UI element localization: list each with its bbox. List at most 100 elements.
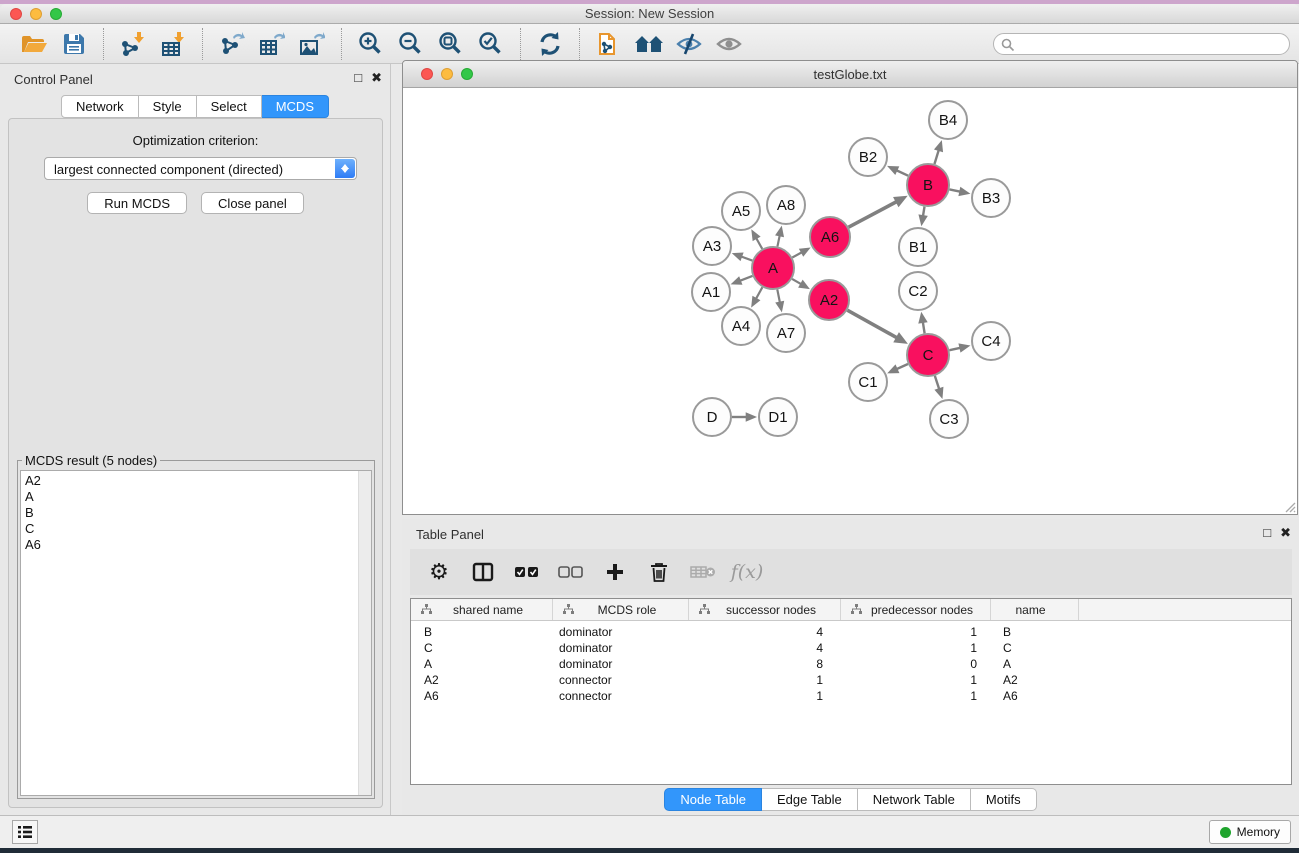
cell[interactable]: A6: [991, 688, 1079, 704]
run-mcds-button[interactable]: Run MCDS: [87, 192, 187, 214]
tab-network-table[interactable]: Network Table: [858, 788, 971, 811]
zoom-in-button[interactable]: [351, 26, 391, 62]
column-header-mcds-role[interactable]: MCDS role: [553, 599, 689, 620]
zoom-out-button[interactable]: [391, 26, 431, 62]
tab-mcds[interactable]: MCDS: [262, 95, 329, 118]
table-row-a2[interactable]: A2connector11A2: [411, 672, 1291, 688]
export-table-button[interactable]: [252, 26, 292, 62]
column-header-shared-name[interactable]: shared name: [411, 599, 553, 620]
edge-A-A2[interactable]: [792, 279, 801, 284]
cell[interactable]: A2: [411, 672, 553, 688]
cell[interactable]: 0: [841, 656, 991, 672]
cell[interactable]: dominator: [553, 656, 689, 672]
cell[interactable]: B: [411, 624, 553, 640]
close-table-panel-button[interactable]: ✖: [1280, 525, 1291, 541]
function-builder-button[interactable]: f(x): [732, 555, 762, 589]
delete-row-button[interactable]: [644, 555, 674, 589]
edge-C-C3[interactable]: [935, 376, 939, 389]
edge-A-A3[interactable]: [741, 257, 752, 261]
close-panel-button[interactable]: ✖: [371, 70, 382, 86]
network-window-titlebar[interactable]: testGlobe.txt: [403, 61, 1297, 88]
cell[interactable]: 1: [841, 688, 991, 704]
import-network-button[interactable]: [113, 26, 153, 62]
zoom-fit-button[interactable]: [431, 26, 471, 62]
result-item-a2[interactable]: A2: [21, 473, 371, 489]
edge-B-B1[interactable]: [923, 207, 925, 216]
edge-C-C4[interactable]: [949, 348, 960, 350]
cell[interactable]: A: [411, 656, 553, 672]
cell[interactable]: 1: [689, 688, 841, 704]
close-panel-button-2[interactable]: Close panel: [201, 192, 304, 214]
network-canvas[interactable]: B4B2BB3A5A8A6A3B1AA1C2A2A4A7C4CC1DD1C3: [403, 88, 1297, 514]
tab-select[interactable]: Select: [197, 95, 262, 118]
cell[interactable]: connector: [553, 672, 689, 688]
column-header-successor-nodes[interactable]: successor nodes: [689, 599, 841, 620]
cell[interactable]: connector: [553, 688, 689, 704]
table-options-button[interactable]: ⚙: [424, 555, 454, 589]
export-image-button[interactable]: [292, 26, 332, 62]
column-header-name[interactable]: name: [991, 599, 1079, 620]
result-item-a[interactable]: A: [21, 489, 371, 505]
search-input[interactable]: [1018, 35, 1283, 53]
tab-node-table[interactable]: Node Table: [664, 788, 762, 811]
cell[interactable]: 8: [689, 656, 841, 672]
destroy-table-button[interactable]: [688, 555, 718, 589]
cell[interactable]: 1: [841, 624, 991, 640]
table-row-b[interactable]: Bdominator41B: [411, 624, 1291, 640]
edge-A-A5[interactable]: [756, 238, 762, 249]
scrollbar-track[interactable]: [358, 471, 371, 795]
edge-B-B3[interactable]: [950, 189, 961, 191]
edge-A-A1[interactable]: [740, 276, 753, 281]
resize-grip[interactable]: [1282, 499, 1296, 513]
open-session-button[interactable]: [14, 26, 54, 62]
cell[interactable]: A: [991, 656, 1079, 672]
tab-motifs[interactable]: Motifs: [971, 788, 1037, 811]
tab-network[interactable]: Network: [61, 95, 139, 118]
refresh-view-button[interactable]: [530, 26, 570, 62]
table-row-a[interactable]: Adominator80A: [411, 656, 1291, 672]
edge-A2-C[interactable]: [847, 310, 897, 338]
tab-edge-table[interactable]: Edge Table: [762, 788, 858, 811]
cell[interactable]: A6: [411, 688, 553, 704]
zoom-selected-button[interactable]: [471, 26, 511, 62]
mcds-result-list[interactable]: A2ABCA6: [20, 470, 372, 796]
edge-C-C2[interactable]: [923, 322, 925, 333]
tab-style[interactable]: Style: [139, 95, 197, 118]
cell[interactable]: A2: [991, 672, 1079, 688]
cell[interactable]: C: [411, 640, 553, 656]
float-table-panel-button[interactable]: □: [1263, 525, 1271, 541]
cell[interactable]: dominator: [553, 640, 689, 656]
add-row-button[interactable]: [600, 555, 630, 589]
edge-C-C1[interactable]: [897, 364, 908, 369]
cell[interactable]: 4: [689, 624, 841, 640]
hide-graphics-details-button[interactable]: [669, 26, 709, 62]
table-row-a6[interactable]: A6connector11A6: [411, 688, 1291, 704]
import-table-button[interactable]: [153, 26, 193, 62]
float-panel-button[interactable]: □: [354, 70, 362, 86]
cell[interactable]: 1: [841, 672, 991, 688]
table-row-c[interactable]: Cdominator41C: [411, 640, 1291, 656]
column-header-predecessor-nodes[interactable]: predecessor nodes: [841, 599, 991, 620]
deselect-all-columns-button[interactable]: [556, 555, 586, 589]
cell[interactable]: dominator: [553, 624, 689, 640]
cell[interactable]: C: [991, 640, 1079, 656]
result-item-b[interactable]: B: [21, 505, 371, 521]
cell[interactable]: B: [991, 624, 1079, 640]
edge-A-A6[interactable]: [792, 252, 802, 257]
criterion-select[interactable]: largest connected component (directed): [44, 157, 357, 180]
network-from-file-button[interactable]: [589, 26, 629, 62]
memory-button[interactable]: Memory: [1209, 820, 1291, 844]
export-network-button[interactable]: [212, 26, 252, 62]
cell[interactable]: 4: [689, 640, 841, 656]
cell[interactable]: 1: [841, 640, 991, 656]
node-table[interactable]: shared nameMCDS rolesuccessor nodesprede…: [410, 598, 1292, 785]
cell[interactable]: 1: [689, 672, 841, 688]
save-session-button[interactable]: [54, 26, 94, 62]
show-graphics-details-button[interactable]: [709, 26, 749, 62]
result-item-c[interactable]: C: [21, 521, 371, 537]
edge-B-B4[interactable]: [934, 150, 938, 164]
edge-A-A8[interactable]: [777, 235, 779, 246]
edge-A-A4[interactable]: [756, 287, 762, 299]
select-all-columns-button[interactable]: [512, 555, 542, 589]
show-columns-button[interactable]: [468, 555, 498, 589]
